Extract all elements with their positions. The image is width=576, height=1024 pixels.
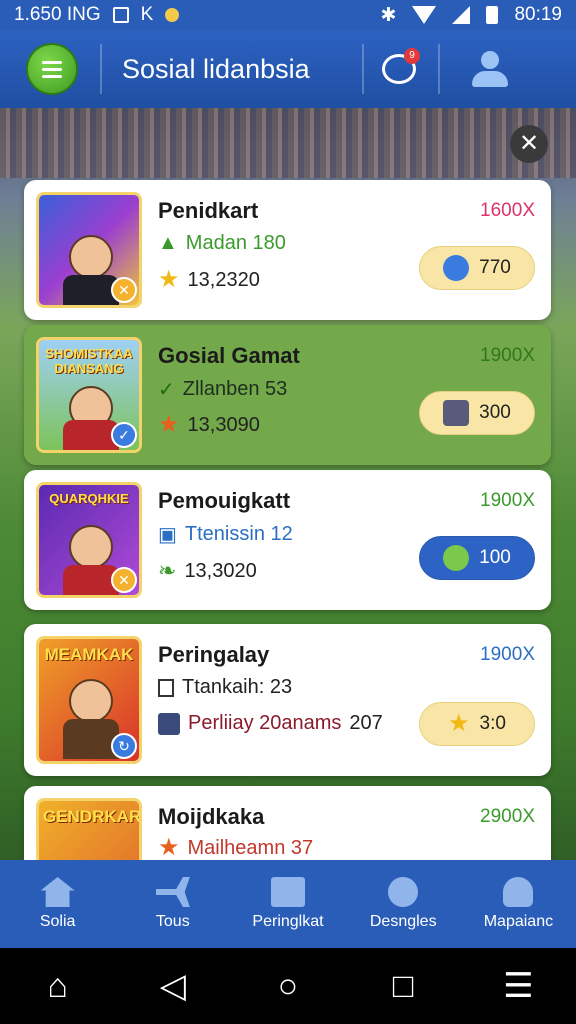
checkbox-icon [158, 678, 174, 697]
card-title: Peringalay [158, 642, 270, 667]
divider [362, 44, 364, 94]
badge-icon: ✕ [111, 567, 137, 593]
card-subtitle: ▣ Ttenissin 12 [158, 523, 293, 546]
home-icon[interactable]: ⌂ [28, 969, 88, 1003]
card-subtitle: ★ Mailheamn 37 [158, 834, 314, 860]
screenshot-icon [112, 7, 129, 23]
card-subtitle: ▲ Madan 180 [158, 232, 286, 254]
nav-item-solia[interactable]: Solia [0, 860, 115, 948]
grid-icon: ▣ [158, 524, 177, 546]
app-title: Sosial lidanbsia [122, 53, 310, 84]
thumbnail-title: SHOMISTKAA DIANSANG [45, 346, 133, 376]
circle-home-icon[interactable]: ○ [258, 969, 318, 1003]
card-price: 1600X [480, 200, 535, 221]
card-action-pill[interactable]: ★ 3:0 [419, 702, 535, 746]
card-price: 2900X [480, 806, 535, 827]
card-action-pill[interactable]: 770 [419, 246, 535, 290]
card-rating: ❧ 13,3020 [158, 558, 257, 583]
card-title: Moijdkaka [158, 804, 265, 829]
camera-icon [443, 400, 470, 426]
book-icon [271, 877, 305, 907]
wifi-icon [412, 6, 437, 24]
person-icon: ▲ [158, 232, 178, 254]
card-subtitle: Ttankaih: 23 [158, 676, 292, 699]
gear-icon [388, 877, 419, 907]
game-thumbnail: GENDRKAR [36, 798, 142, 860]
close-button[interactable]: ✕ [510, 125, 548, 163]
nav-item-peringlkat[interactable]: Peringlkat [230, 860, 345, 948]
nav-item-desngles[interactable]: Desngles [346, 860, 461, 948]
home-icon [40, 877, 75, 907]
thumbnail-title: MEAMKAK [44, 645, 134, 664]
gem-icon [443, 255, 470, 281]
signal-icon [452, 6, 471, 24]
nav-label: Mapaianc [483, 913, 554, 930]
status-bar: 1.650 ING K ✱ 80:19 [0, 0, 576, 30]
recents-icon[interactable]: □ [373, 969, 433, 1003]
coin-icon [165, 8, 180, 22]
divider [438, 44, 440, 94]
status-letter: K [140, 4, 154, 25]
bluetooth-icon: ✱ [380, 4, 397, 26]
card-subtitle: ✓ Zllanben 53 [158, 378, 288, 401]
badge-icon: ↻ [111, 733, 137, 759]
card-rating: ★ 13,2320 [158, 266, 260, 293]
game-thumbnail: ✕ [36, 192, 142, 308]
user-icon [503, 877, 534, 907]
divider [100, 44, 102, 94]
card-title: Penidkart [158, 198, 259, 223]
card-title: Pemouigkatt [158, 488, 291, 513]
game-card[interactable]: SHOMISTKAA DIANSANG ✓ Gosial Gamat 1900X… [24, 325, 551, 465]
card-price: 1900X [480, 490, 535, 511]
card-price: 1900X [480, 345, 535, 366]
star-icon: ★ [448, 710, 470, 737]
nav-item-mapaianc[interactable]: Mapaianc [461, 860, 576, 948]
thumbnail-title: QUARQHKIE [49, 491, 129, 506]
notification-badge: 9 [404, 48, 420, 64]
messages-button[interactable]: 9 [374, 44, 424, 94]
card-rating: ★ 13,3090 [158, 411, 260, 438]
thumbnail-title: GENDRKAR [43, 807, 142, 826]
nav-label: Solia [39, 913, 76, 930]
card-action-pill[interactable]: 100 [419, 536, 535, 580]
bottom-navigation: Solia Tous Peringlkat Desngles Mapaianc [0, 860, 576, 948]
badge-icon: ✕ [111, 277, 137, 303]
battery-icon [486, 6, 499, 24]
check-icon: ✓ [158, 379, 175, 401]
status-left-text: 1.650 ING [14, 4, 101, 25]
nav-label: Tous [155, 913, 190, 930]
star-icon: ★ [158, 834, 180, 860]
plane-icon [155, 877, 190, 907]
coin-icon [443, 545, 470, 571]
menu-lines-icon[interactable]: ☰ [488, 969, 548, 1003]
card-price: 1900X [480, 644, 535, 665]
app-bar: Sosial lidanbsia 9 [0, 30, 576, 108]
game-thumbnail: QUARQHKIE ✕ [36, 482, 142, 598]
game-card[interactable]: QUARQHKIE ✕ Pemouigkatt 1900X ▣ Ttenissi… [24, 470, 551, 610]
nav-label: Peringlkat [252, 913, 324, 930]
status-time: 80:19 [514, 4, 562, 25]
nav-label: Desngles [369, 913, 437, 930]
card-action-pill[interactable]: 300 [419, 391, 535, 435]
card-title: Gosial Gamat [158, 343, 300, 368]
crowd-image [0, 108, 576, 178]
game-card[interactable]: GENDRKAR Moijdkaka 2900X ★ Mailheamn 37 [24, 786, 551, 860]
badge-icon: ✓ [111, 422, 137, 448]
game-card[interactable]: MEAMKAK ↻ Peringalay 1900X Ttankaih: 23 … [24, 624, 551, 776]
person-icon [158, 712, 180, 735]
game-thumbnail: SHOMISTKAA DIANSANG ✓ [36, 337, 142, 453]
profile-button[interactable] [460, 44, 520, 94]
star-icon: ★ [158, 266, 180, 293]
star-icon: ★ [158, 411, 180, 438]
game-card[interactable]: ✕ Penidkart 1600X ▲ Madan 180 ★ 13,2320 … [24, 180, 551, 320]
system-navigation-bar: ⌂ ◁ ○ □ ☰ [0, 948, 576, 1024]
nav-item-tous[interactable]: Tous [115, 860, 230, 948]
leaf-icon: ❧ [158, 558, 177, 583]
back-icon[interactable]: ◁ [143, 969, 203, 1003]
user-icon [481, 51, 499, 69]
menu-button[interactable] [26, 43, 78, 95]
game-thumbnail: MEAMKAK ↻ [36, 636, 142, 764]
card-rating: Perliiay 20anams 207 [158, 712, 383, 735]
